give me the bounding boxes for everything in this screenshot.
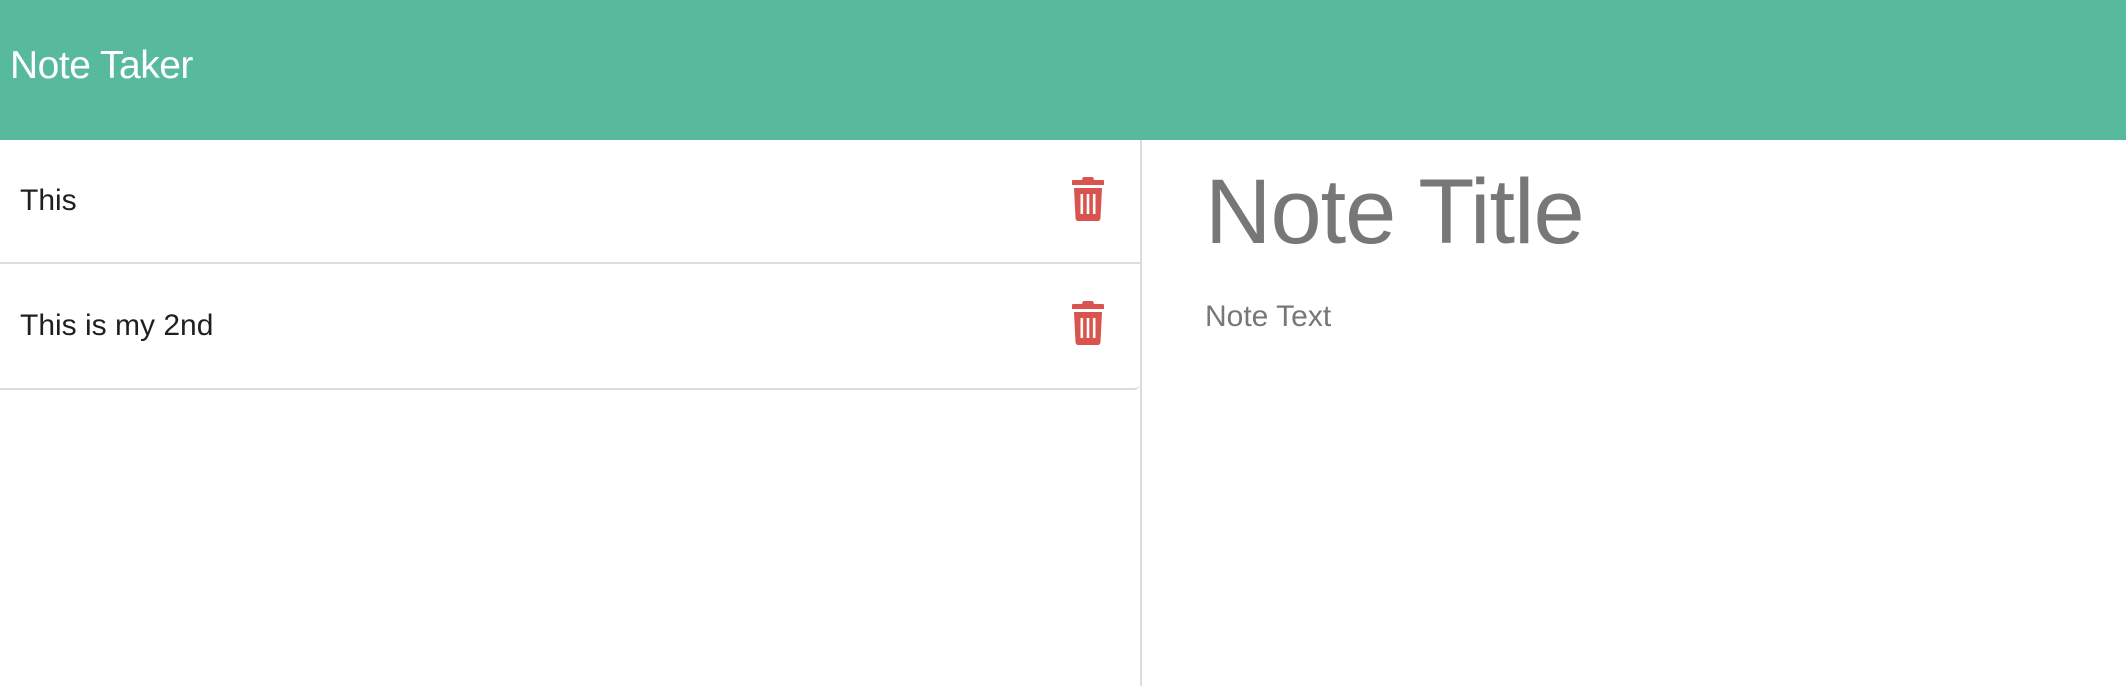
navbar: Note Taker — [0, 0, 2126, 140]
trash-icon-svg — [1072, 177, 1104, 221]
note-item-title[interactable]: This — [20, 184, 77, 218]
brand-title[interactable]: Note Taker — [10, 44, 193, 88]
list-item[interactable]: This is my 2nd — [0, 264, 1140, 388]
trash-icon-svg — [1072, 301, 1104, 345]
list-item[interactable]: This — [0, 140, 1140, 264]
note-list-panel: This This is my 2nd — [0, 140, 1140, 686]
note-editor — [1142, 140, 2126, 686]
note-item-title[interactable]: This is my 2nd — [20, 309, 213, 343]
note-text-input[interactable] — [1205, 300, 2085, 660]
note-list: This This is my 2nd — [0, 140, 1140, 390]
note-title-input[interactable] — [1205, 160, 2085, 265]
trash-icon[interactable] — [1072, 301, 1104, 345]
trash-icon[interactable] — [1072, 177, 1104, 221]
